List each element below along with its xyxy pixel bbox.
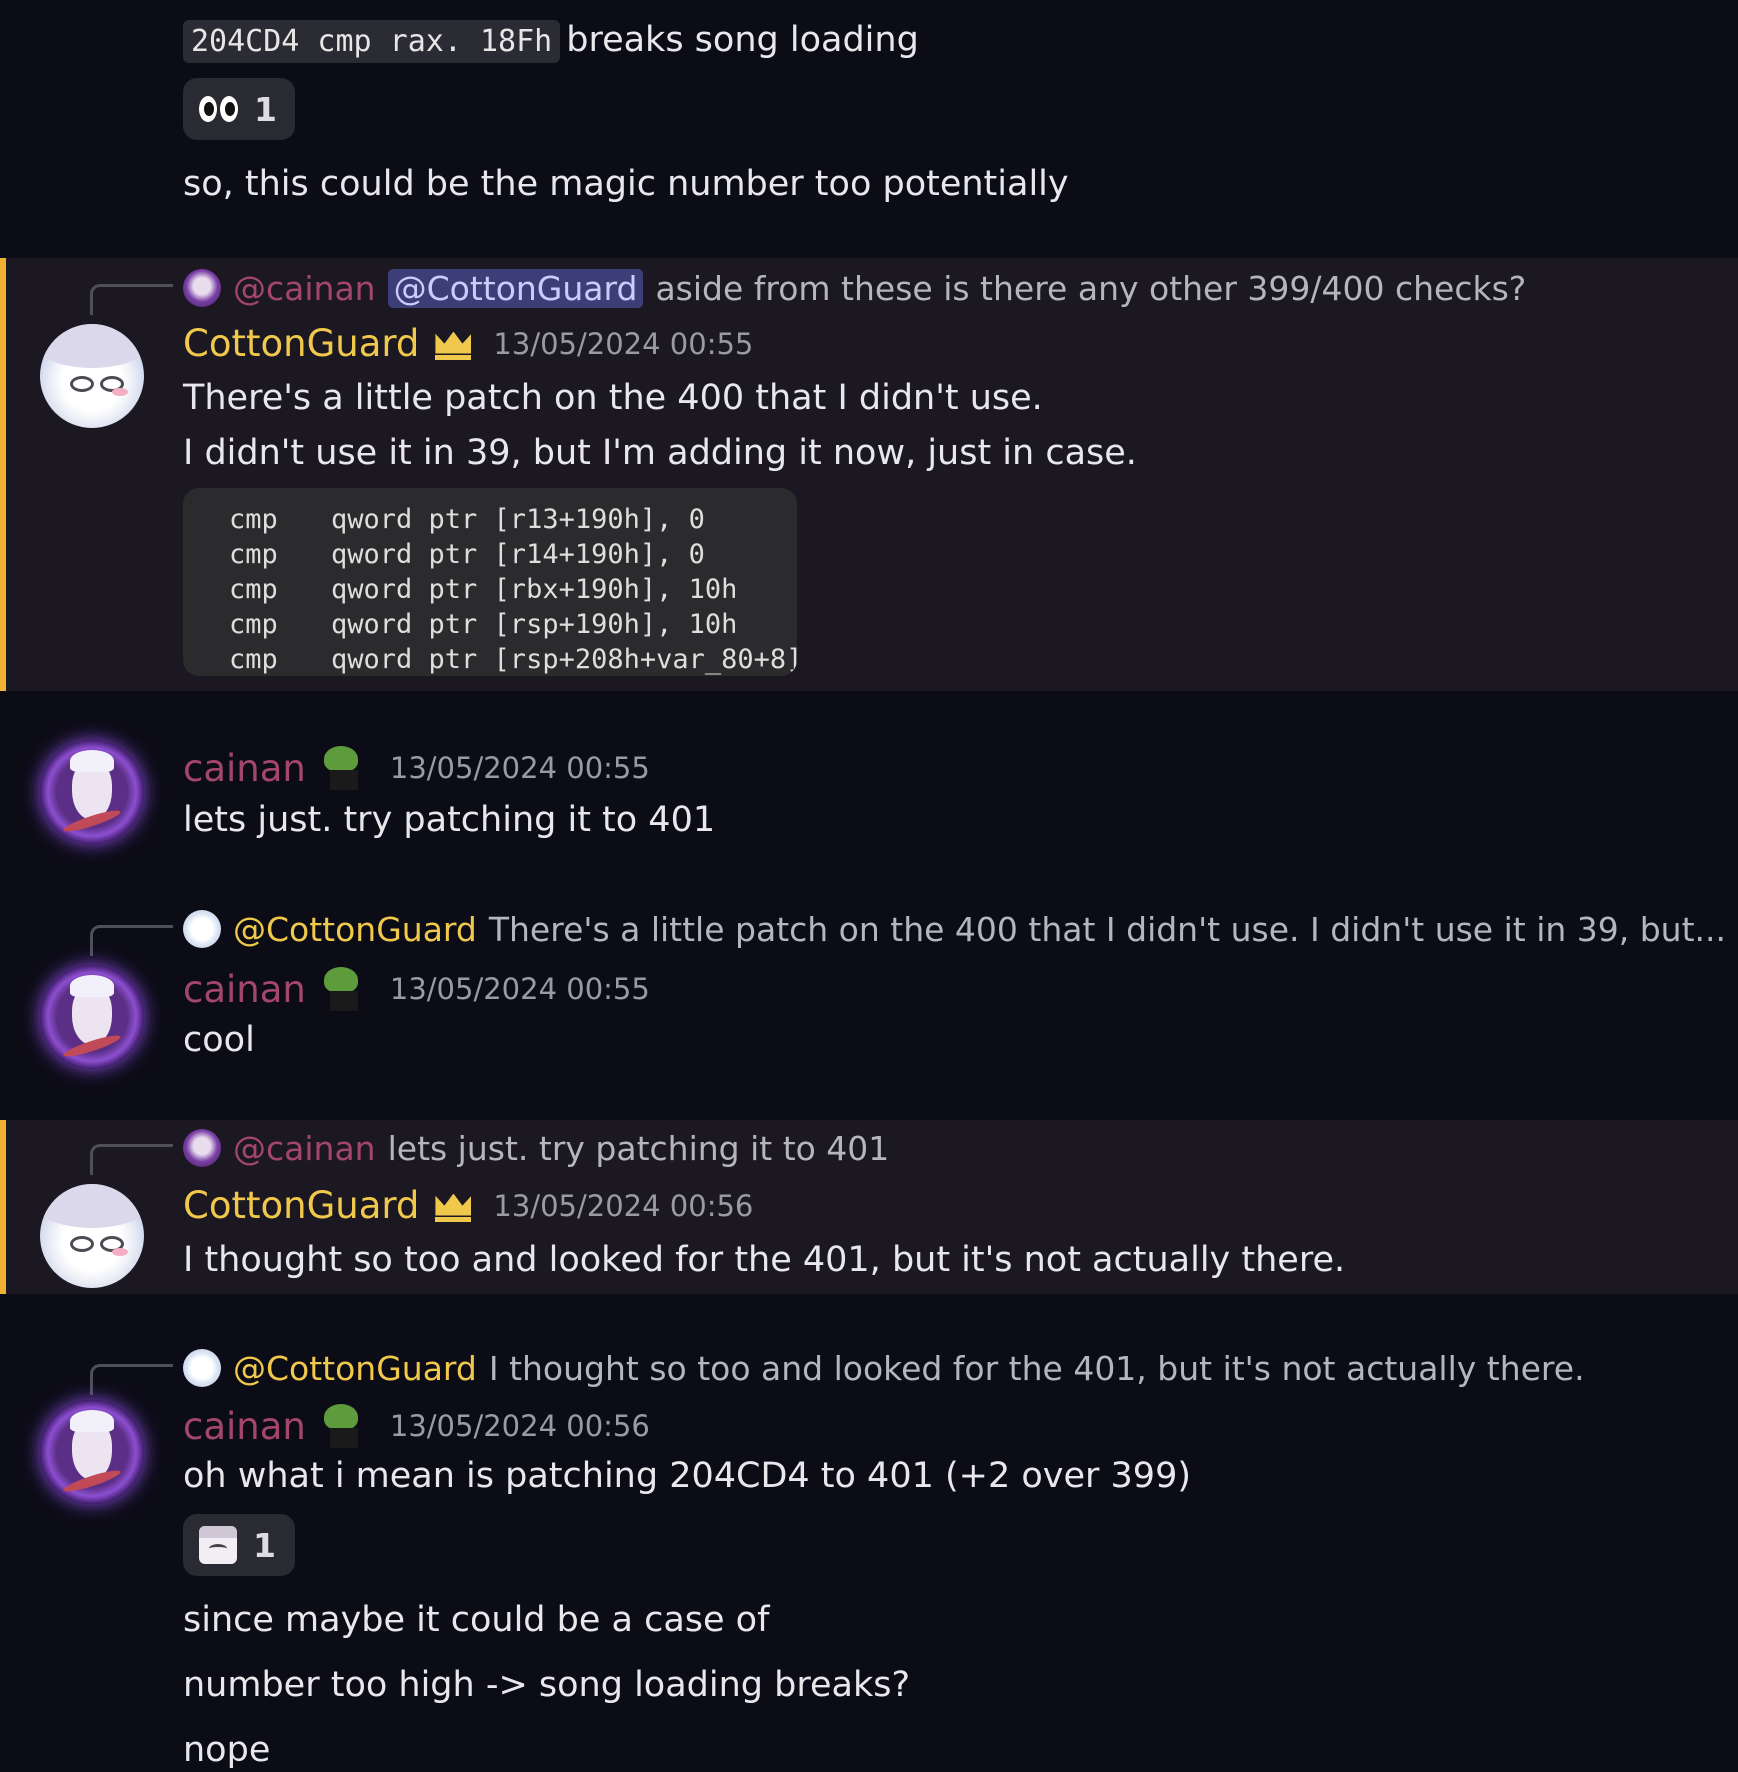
message-text: so, this could be the magic number too p… — [183, 164, 1069, 204]
reply-username[interactable]: @cainan — [233, 269, 376, 308]
code-line: cmp qword ptr [rsp+190h], 10h — [229, 609, 738, 640]
reply-username[interactable]: @CottonGuard — [233, 910, 477, 949]
avatar[interactable] — [40, 324, 144, 428]
reply-username[interactable]: @CottonGuard — [233, 1349, 477, 1388]
reply-spine — [90, 1144, 173, 1175]
message-header: cainan 13/05/2024 00:55 — [183, 965, 650, 1013]
message-text: breaks song loading — [566, 20, 919, 60]
crown-icon — [433, 328, 473, 360]
username[interactable]: CottonGuard — [183, 1184, 419, 1227]
reply-username[interactable]: @cainan — [233, 1129, 376, 1168]
reaction-button[interactable]: 1 — [183, 78, 295, 140]
timestamp: 13/05/2024 00:56 — [493, 1188, 754, 1223]
reply-text: I thought so too and looked for the 401,… — [488, 1348, 1585, 1388]
pepe-icon — [320, 744, 370, 792]
message-line: 204CD4 cmp rax. 18Fh breaks song loading — [183, 18, 919, 64]
reply-spine — [90, 1364, 173, 1395]
avatar[interactable] — [40, 1400, 144, 1504]
reply-preview[interactable]: @cainan @CottonGuard aside from these is… — [183, 266, 1526, 310]
message-text: I thought so too and looked for the 401,… — [183, 1240, 1346, 1280]
reply-avatar — [183, 910, 221, 948]
message-cainan-3: @CottonGuard I thought so too and looked… — [0, 1340, 1738, 1770]
message-header: cainan 13/05/2024 00:55 — [183, 744, 650, 792]
inline-code: 204CD4 cmp rax. 18Fh — [183, 20, 561, 63]
message-cainan-2: @CottonGuard There's a little patch on t… — [0, 895, 1738, 1085]
eyes-emoji-icon — [199, 96, 238, 122]
code-screenshot-image[interactable]: cmp qword ptr [r13+190h], 0 cmp qword ptr … — [183, 488, 797, 676]
message-cainan-1: cainan 13/05/2024 00:55 lets just. try p… — [0, 720, 1738, 860]
message-text: number too high -> song loading breaks? — [183, 1665, 911, 1705]
username[interactable]: CottonGuard — [183, 322, 419, 365]
message-header: CottonGuard 13/05/2024 00:55 — [183, 322, 753, 365]
username[interactable]: cainan — [183, 1405, 306, 1448]
crown-icon — [433, 1190, 473, 1222]
mention-chip[interactable]: @CottonGuard — [387, 268, 644, 308]
username[interactable]: cainan — [183, 968, 306, 1011]
timestamp: 13/05/2024 00:55 — [389, 751, 650, 785]
message-text: nope — [183, 1730, 271, 1770]
message-text: I didn't use it in 39, but I'm adding it… — [183, 433, 1137, 473]
reaction-count: 1 — [254, 89, 277, 129]
code-line: cmp qword ptr [r14+190h], 0 — [229, 539, 705, 570]
message-header: CottonGuard 13/05/2024 00:56 — [183, 1184, 753, 1227]
reply-preview[interactable]: @CottonGuard There's a little patch on t… — [183, 907, 1738, 951]
reaction-count: 1 — [253, 1525, 276, 1565]
chat-messages: 204CD4 cmp rax. 18Fh breaks song loading … — [0, 0, 1738, 1770]
anime-face-emoji-icon — [199, 1526, 237, 1564]
code-line: cmp qword ptr [r13+190h], 0 — [229, 504, 705, 535]
pepe-icon — [320, 1402, 370, 1450]
message-header: cainan 13/05/2024 00:56 — [183, 1402, 650, 1450]
reply-preview[interactable]: @cainan lets just. try patching it to 40… — [183, 1126, 889, 1170]
message-text: lets just. try patching it to 401 — [183, 800, 716, 840]
message-text: since maybe it could be a case of — [183, 1600, 770, 1640]
reply-spine — [90, 925, 173, 956]
avatar[interactable] — [40, 740, 144, 844]
message-cottonguard-2: @cainan lets just. try patching it to 40… — [0, 1120, 1738, 1294]
username[interactable]: cainan — [183, 747, 306, 790]
reply-text: aside from these is there any other 399/… — [655, 268, 1527, 308]
avatar[interactable] — [40, 965, 144, 1069]
reaction-button[interactable]: 1 — [183, 1514, 295, 1576]
code-line: cmp qword ptr [rbx+190h], 10h — [229, 574, 738, 605]
code-line: cmpqword ptr [rsp+208h+var_80+8], 10h — [229, 644, 797, 675]
reply-spine — [90, 284, 173, 315]
reply-text: lets just. try patching it to 401 — [387, 1128, 890, 1168]
reply-avatar — [183, 1349, 221, 1387]
timestamp: 13/05/2024 00:55 — [493, 326, 754, 361]
reply-preview[interactable]: @CottonGuard I thought so too and looked… — [183, 1346, 1585, 1390]
reply-avatar — [183, 1129, 221, 1167]
timestamp: 13/05/2024 00:55 — [389, 972, 650, 1006]
message-text: oh what i mean is patching 204CD4 to 401… — [183, 1456, 1191, 1496]
message-text: There's a little patch on the 400 that I… — [183, 378, 1043, 418]
reply-avatar — [183, 269, 221, 307]
message-text: cool — [183, 1020, 255, 1060]
timestamp: 13/05/2024 00:56 — [389, 1409, 650, 1443]
avatar[interactable] — [40, 1184, 144, 1288]
message-cottonguard-1: @cainan @CottonGuard aside from these is… — [0, 258, 1738, 691]
message-group-top: 204CD4 cmp rax. 18Fh breaks song loading … — [0, 0, 1738, 235]
pepe-icon — [320, 965, 370, 1013]
reply-text: There's a little patch on the 400 that I… — [488, 909, 1727, 949]
